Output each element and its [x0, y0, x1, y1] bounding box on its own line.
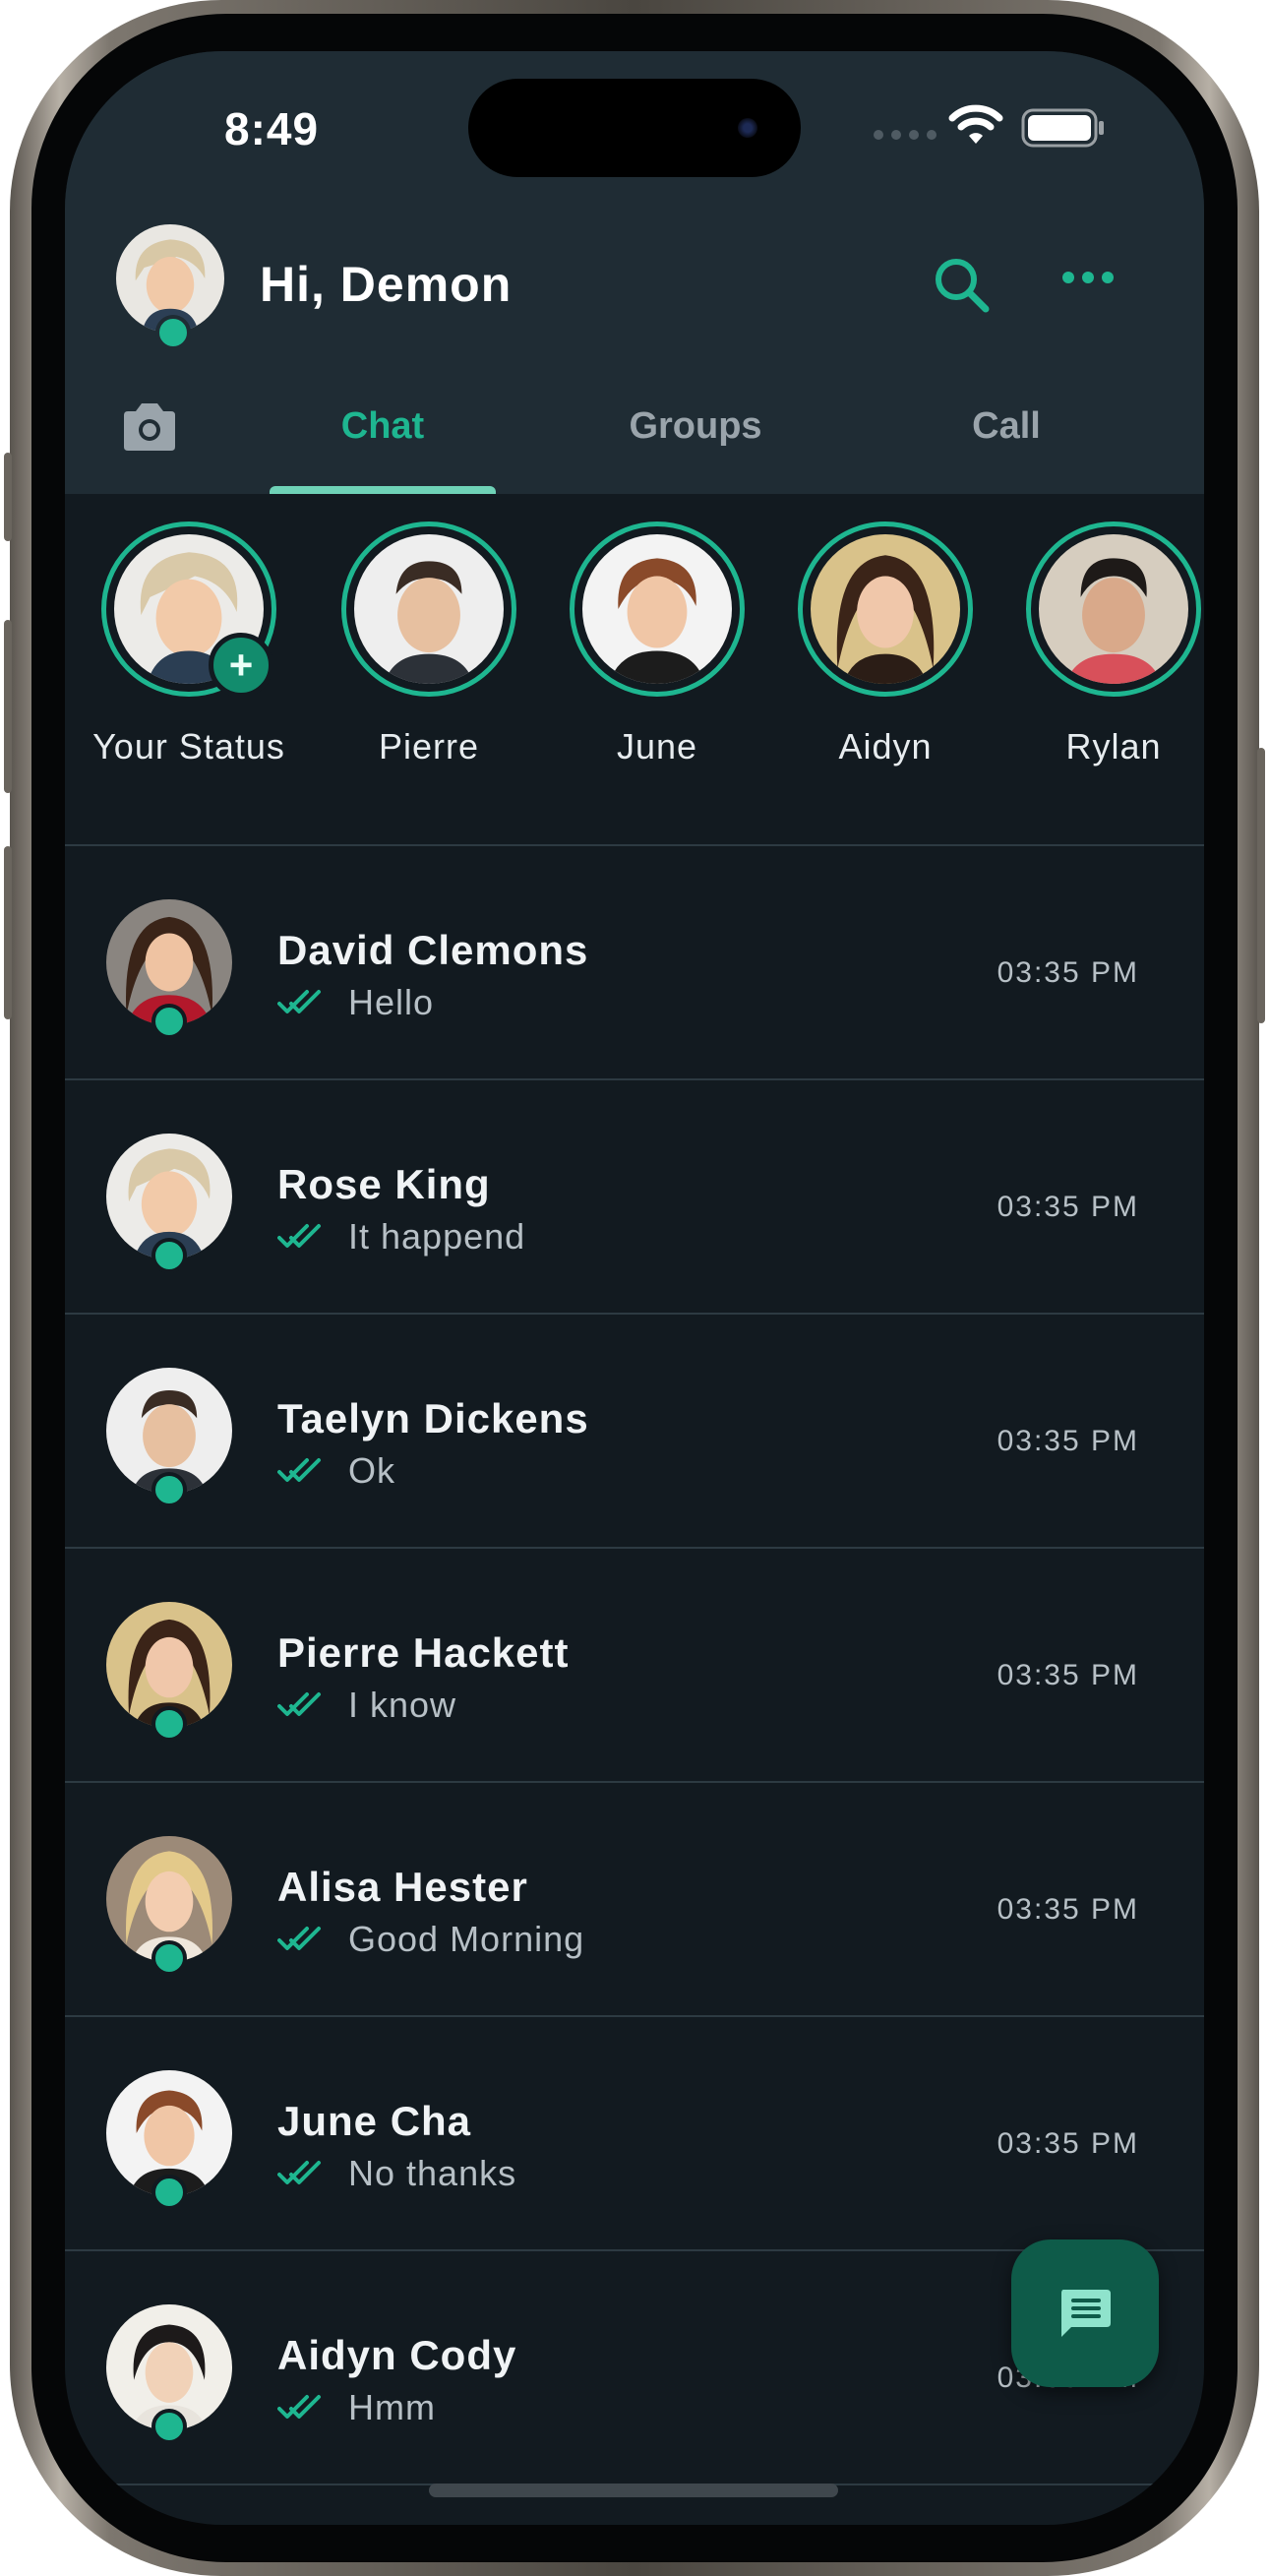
last-message: Hmm: [277, 2387, 436, 2428]
story-avatar: [1039, 534, 1188, 684]
story-avatar: [811, 534, 960, 684]
story-ring: [341, 521, 516, 697]
screen: 8:49 Hi, Demon Chat Groups Call + Your S…: [65, 51, 1204, 2525]
double-check-icon: [277, 2395, 321, 2419]
last-message: Ok: [277, 1450, 395, 1492]
more-icon[interactable]: [1060, 266, 1116, 289]
online-indicator: [151, 1004, 187, 1039]
story-ring: [798, 521, 973, 697]
story-name: Pierre: [378, 726, 480, 767]
message-text: I know: [348, 1685, 457, 1725]
app-header: 8:49 Hi, Demon Chat Groups Call: [65, 51, 1204, 494]
message-time: 03:35 PM: [997, 1191, 1139, 1223]
front-camera: [738, 118, 757, 138]
contact-name: Pierre Hackett: [277, 1629, 570, 1676]
online-indicator: [151, 2409, 187, 2444]
tab-groups[interactable]: Groups: [582, 405, 809, 448]
contact-name: June Cha: [277, 2098, 472, 2144]
online-indicator: [151, 2175, 187, 2210]
message-icon: [1061, 2290, 1111, 2337]
double-check-icon: [277, 1224, 321, 1248]
message-text: No thanks: [348, 2153, 517, 2193]
volume-up-button: [4, 620, 12, 793]
story-ring: [1026, 521, 1201, 697]
message-text: Ok: [348, 1450, 396, 1491]
story-avatar: [582, 534, 732, 684]
last-message: It happend: [277, 1216, 525, 1257]
double-check-icon: [277, 1692, 321, 1716]
story-aidyn[interactable]: Aidyn: [787, 521, 984, 767]
contact-name: Rose King: [277, 1161, 491, 1207]
tab-call[interactable]: Call: [893, 405, 1119, 448]
online-indicator: [151, 1238, 187, 1273]
last-message: I know: [277, 1685, 456, 1726]
online-indicator: [155, 315, 191, 350]
status-time: 8:49: [224, 103, 320, 154]
new-chat-button[interactable]: [1011, 2239, 1159, 2387]
cellular-signal-icon: [874, 130, 937, 140]
story-rylan[interactable]: Rylan: [1015, 521, 1204, 767]
last-message: Good Morning: [277, 1919, 584, 1960]
double-check-icon: [277, 1927, 321, 1950]
message-text: It happend: [348, 1216, 526, 1257]
story-name: Aidyn: [838, 726, 933, 767]
message-time: 03:35 PM: [997, 956, 1139, 989]
contact-name: Aidyn Cody: [277, 2332, 517, 2378]
story-ring: +: [101, 521, 276, 698]
online-indicator: [151, 1472, 187, 1507]
last-message: Hello: [277, 982, 434, 1023]
double-check-icon: [277, 2161, 321, 2184]
dynamic-island: [468, 79, 801, 177]
active-tab-indicator: [270, 486, 496, 494]
story-name: Rylan: [1065, 726, 1162, 767]
chat-row[interactable]: Rose King It happend 03:35 PM: [65, 1080, 1204, 1313]
wifi-icon: [948, 104, 1003, 144]
message-time: 03:35 PM: [997, 1893, 1139, 1926]
greeting: Hi, Demon: [260, 257, 513, 312]
message-text: Hmm: [348, 2387, 436, 2427]
message-time: 03:35 PM: [997, 1659, 1139, 1691]
battery-icon: [1021, 108, 1104, 148]
double-check-icon: [277, 990, 321, 1013]
story-pierre[interactable]: Pierre: [331, 521, 527, 767]
chat-row[interactable]: Alisa Hester Good Morning 03:35 PM: [65, 1783, 1204, 2015]
action-button: [4, 453, 12, 541]
story-name: June: [616, 726, 698, 767]
story-avatar: [354, 534, 504, 684]
search-icon[interactable]: [931, 254, 994, 317]
double-check-icon: [277, 1458, 321, 1482]
message-text: Good Morning: [348, 1919, 585, 1959]
last-message: No thanks: [277, 2153, 516, 2194]
camera-icon[interactable]: [118, 399, 181, 455]
online-indicator: [151, 1706, 187, 1742]
online-indicator: [151, 1940, 187, 1976]
story-june[interactable]: June: [559, 521, 755, 767]
volume-down-button: [4, 846, 12, 1019]
add-status-icon[interactable]: +: [209, 633, 273, 698]
contact-name: David Clemons: [277, 927, 589, 973]
story-name: Your Status: [92, 726, 285, 767]
chat-row[interactable]: June Cha No thanks 03:35 PM: [65, 2017, 1204, 2249]
story-your-status[interactable]: + Your Status: [91, 521, 287, 767]
contact-name: Taelyn Dickens: [277, 1395, 589, 1441]
tab-chat[interactable]: Chat: [270, 405, 496, 448]
home-indicator[interactable]: [429, 2484, 838, 2497]
story-ring: [570, 521, 745, 697]
contact-name: Alisa Hester: [277, 1864, 528, 1910]
chat-row[interactable]: Taelyn Dickens Ok 03:35 PM: [65, 1315, 1204, 1547]
message-text: Hello: [348, 982, 435, 1022]
message-time: 03:35 PM: [997, 1425, 1139, 1457]
chat-row[interactable]: Pierre Hackett I know 03:35 PM: [65, 1549, 1204, 1781]
power-button: [1257, 748, 1265, 1023]
message-time: 03:35 PM: [997, 2127, 1139, 2160]
chat-row[interactable]: David Clemons Hello 03:35 PM: [65, 846, 1204, 1078]
